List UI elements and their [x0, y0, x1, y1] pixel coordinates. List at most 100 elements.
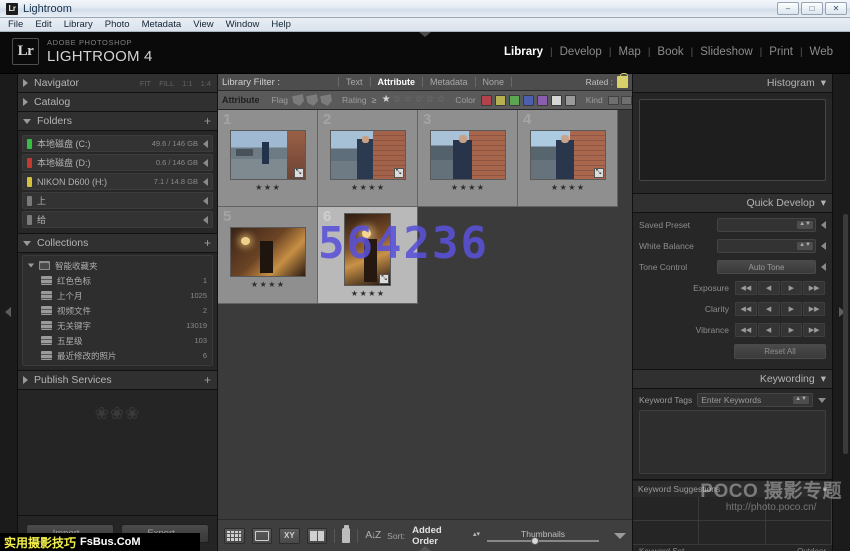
chevron-down-icon[interactable] [818, 398, 826, 403]
thumbnail-grid[interactable]: 1 ⤡ ★★★ 2 ⤡ [218, 110, 632, 519]
loupe-view-button[interactable] [252, 528, 273, 544]
maximize-button[interactable]: □ [801, 2, 823, 15]
grid-cell[interactable]: 4 ⤡ ★★★★ [518, 110, 618, 207]
keywording-header[interactable]: Keywording ▾ [633, 370, 832, 389]
kind-video-icon[interactable] [621, 96, 632, 105]
filter-tab-text[interactable]: Text [339, 77, 370, 87]
volume-row[interactable]: 给 [22, 211, 213, 228]
navigator-1-1[interactable]: 1:1 [182, 79, 192, 88]
histogram-plot[interactable] [639, 99, 826, 181]
painter-spray-can-icon[interactable] [342, 528, 350, 543]
color-swatch-green[interactable] [509, 95, 520, 106]
add-publish-service-icon[interactable]: + [204, 374, 211, 386]
star-icon[interactable]: ☆ [414, 95, 423, 105]
slider-knob[interactable] [531, 537, 539, 545]
step-much-more[interactable]: ▶▶ [803, 302, 825, 316]
close-button[interactable]: ✕ [825, 2, 847, 15]
photo-thumbnail[interactable]: ⤡ [530, 130, 606, 180]
badge-crop-icon[interactable]: ⤡ [594, 168, 604, 178]
menu-item-window[interactable]: Window [226, 19, 260, 30]
navigator-fill[interactable]: FILL [159, 79, 174, 88]
grid-cell-selected[interactable]: 6 ⤡ ★★★★ [318, 207, 418, 304]
color-swatch-purple[interactable] [537, 95, 548, 106]
badge-crop-icon[interactable]: ⤡ [294, 168, 304, 178]
cell-rating[interactable]: ★★★★ [451, 184, 484, 192]
navigator-fit[interactable]: FIT [140, 79, 151, 88]
step-much-less[interactable]: ◀◀ [735, 323, 757, 337]
star-icon[interactable]: ☆ [393, 95, 402, 105]
keyword-set-row[interactable]: Keyword Set Outdoor [633, 545, 832, 551]
suggestion-cell[interactable] [766, 521, 832, 545]
top-panel-grip[interactable] [419, 32, 431, 37]
vibrance-stepper[interactable]: ◀◀ ◀ ▶ ▶▶ [735, 323, 826, 337]
menu-item-library[interactable]: Library [64, 19, 93, 30]
chevron-down-icon[interactable]: ▾ [821, 373, 826, 385]
step-much-less[interactable]: ◀◀ [735, 302, 757, 316]
step-much-less[interactable]: ◀◀ [735, 281, 757, 295]
quick-develop-header[interactable]: Quick Develop ▾ [633, 194, 832, 213]
filter-tab-attribute[interactable]: Attribute [370, 77, 422, 87]
suggestion-cell[interactable] [699, 497, 765, 521]
step-less[interactable]: ◀ [758, 281, 780, 295]
survey-view-button[interactable] [307, 528, 328, 544]
list-item[interactable]: 上个月 1025 [23, 288, 212, 303]
add-collection-icon[interactable]: + [204, 237, 211, 249]
chevron-right-icon[interactable] [203, 159, 208, 167]
badge-crop-icon[interactable]: ⤡ [379, 274, 389, 284]
photo-thumbnail[interactable] [230, 227, 306, 277]
color-swatch-blue[interactable] [523, 95, 534, 106]
chevron-right-icon[interactable] [203, 178, 208, 186]
list-item[interactable]: 五星级 103 [23, 333, 212, 348]
module-web[interactable]: Web [803, 46, 840, 58]
color-swatch-red[interactable] [481, 95, 492, 106]
volume-row[interactable]: 上 [22, 192, 213, 209]
photo-thumbnail[interactable] [430, 130, 506, 180]
filter-tab-none[interactable]: None [476, 77, 512, 87]
menu-item-file[interactable]: File [8, 19, 23, 30]
keyword-set-value[interactable]: Outdoor [797, 547, 826, 551]
cell-rating[interactable]: ★★★ [255, 184, 280, 192]
grid-cell[interactable]: 1 ⤡ ★★★ [218, 110, 318, 207]
keyword-tags-area[interactable] [639, 410, 826, 474]
thumbnail-size-slider[interactable]: Thumbnails [487, 529, 599, 542]
menu-item-view[interactable]: View [193, 19, 213, 30]
sort-direction-icon[interactable]: A↓Z [365, 530, 380, 541]
chevron-right-icon[interactable] [821, 221, 826, 229]
menu-item-edit[interactable]: Edit [35, 19, 51, 30]
histogram-header[interactable]: Histogram ▾ [633, 74, 832, 93]
step-less[interactable]: ◀ [758, 302, 780, 316]
step-much-more[interactable]: ▶▶ [803, 323, 825, 337]
volume-row[interactable]: 本地磁盘 (C:) 49.6 / 146 GB [22, 135, 213, 152]
grid-cell[interactable]: 3 ★★★★ [418, 110, 518, 207]
rating-stars-filter[interactable]: ★ ☆ ☆ ☆ ☆ ☆ [382, 95, 446, 105]
step-more[interactable]: ▶ [781, 281, 803, 295]
chevron-right-icon[interactable] [203, 140, 208, 148]
chevron-right-icon[interactable] [203, 216, 208, 224]
grid-view-button[interactable] [224, 528, 245, 544]
menu-item-metadata[interactable]: Metadata [142, 19, 182, 30]
photo-thumbnail[interactable]: ⤡ [330, 130, 406, 180]
module-print[interactable]: Print [762, 46, 800, 58]
color-swatch-none[interactable] [551, 95, 562, 106]
saved-preset-select[interactable]: ▲▼ [717, 218, 816, 232]
star-icon[interactable]: ☆ [425, 95, 434, 105]
cell-rating[interactable]: ★★★★ [351, 184, 384, 192]
navigator-1-4[interactable]: 1:4 [201, 79, 211, 88]
sort-value[interactable]: Added Order [412, 525, 466, 547]
collections-header[interactable]: Collections + [18, 234, 217, 253]
cell-rating[interactable]: ★★★★ [551, 184, 584, 192]
exposure-stepper[interactable]: ◀◀ ◀ ▶ ▶▶ [735, 281, 826, 295]
smart-collection-root[interactable]: 智能收藏夹 [23, 258, 212, 273]
compare-view-button[interactable]: XY [279, 528, 300, 544]
rating-comparison-operator[interactable]: ≥ [372, 95, 377, 105]
chevron-down-icon[interactable]: ▾ [821, 197, 826, 209]
step-more[interactable]: ▶ [781, 302, 803, 316]
bottom-panel-grip[interactable] [419, 546, 431, 551]
left-panel-gutter[interactable] [0, 74, 18, 551]
volume-row[interactable]: 本地磁盘 (D:) 0.6 / 146 GB [22, 154, 213, 171]
list-item[interactable]: 无关键字 13019 [23, 318, 212, 333]
navigator-header[interactable]: Navigator FIT FILL 1:1 1:4 [18, 74, 217, 93]
step-much-more[interactable]: ▶▶ [803, 281, 825, 295]
photo-thumbnail[interactable]: ⤡ [230, 130, 306, 180]
sort-stepper-icon[interactable]: ▴▾ [473, 532, 480, 538]
